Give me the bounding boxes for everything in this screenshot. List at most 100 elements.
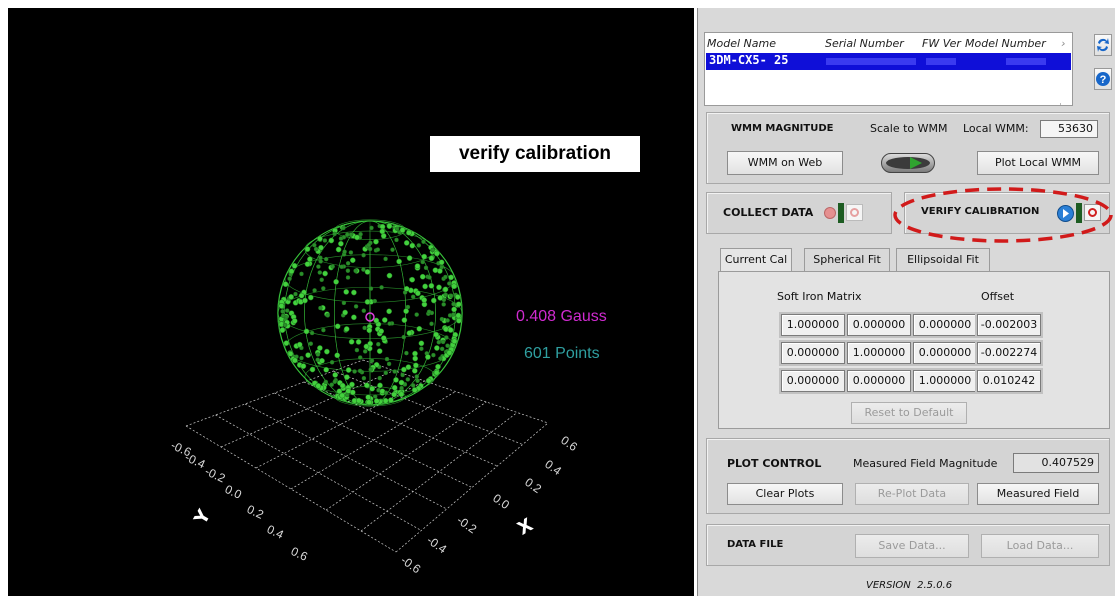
grid-line	[360, 412, 518, 532]
data-point	[364, 269, 371, 275]
data-point	[390, 247, 395, 252]
offset-cell[interactable]: -0.002274	[977, 342, 1041, 364]
wmm-on-web-button[interactable]: WMM on Web	[727, 151, 843, 175]
matrix-cell[interactable]: 1.000000	[913, 370, 977, 392]
col-serial-number[interactable]: Serial Number	[825, 37, 904, 50]
data-point	[299, 271, 304, 277]
data-point	[436, 339, 442, 345]
data-point	[325, 313, 330, 318]
refresh-icon[interactable]	[1094, 34, 1112, 56]
toggle-arrow-icon	[886, 157, 930, 169]
data-point	[329, 382, 334, 387]
data-point	[279, 327, 286, 333]
data-point	[345, 232, 350, 237]
collect-data-switch[interactable]	[838, 203, 844, 223]
data-point	[382, 397, 389, 404]
data-point	[392, 369, 397, 374]
data-point	[427, 275, 432, 280]
matrix-cell[interactable]: 0.000000	[913, 314, 977, 336]
data-point	[396, 258, 402, 265]
tab-ellipsoidal-fit[interactable]: Ellipsoidal Fit	[896, 248, 990, 272]
matrix-cell[interactable]: 0.000000	[781, 370, 845, 392]
matrix-cell[interactable]: 1.000000	[847, 342, 911, 364]
x-tick-label: -0.4	[424, 533, 449, 557]
data-point	[401, 317, 408, 323]
data-point	[414, 374, 420, 379]
modelnum-blur	[1006, 58, 1046, 65]
offset-cell[interactable]: 0.010242	[977, 370, 1041, 392]
plot-3d-view: -0.6-0.4-0.20.00.20.40.60.60.40.20.0-0.2…	[169, 219, 580, 577]
data-point	[339, 382, 346, 389]
replot-data-button[interactable]: Re-Plot Data	[855, 483, 969, 505]
data-point	[343, 326, 350, 332]
y-tick-label: 0.6	[289, 544, 310, 564]
data-point	[349, 381, 355, 388]
save-data-button[interactable]: Save Data...	[855, 534, 969, 558]
matrix-cell[interactable]: 0.000000	[847, 314, 911, 336]
data-point	[394, 226, 400, 232]
plot-local-wmm-button[interactable]: Plot Local WMM	[977, 151, 1099, 175]
data-point	[316, 264, 321, 269]
tab-spherical-fit[interactable]: Spherical Fit	[804, 248, 890, 272]
data-point	[398, 379, 405, 386]
col-model-number[interactable]: Model Number	[965, 37, 1046, 50]
data-point	[283, 340, 290, 346]
data-point	[406, 330, 413, 336]
data-point	[280, 313, 286, 318]
data-point	[438, 356, 443, 361]
plot-canvas[interactable]: -0.6 -0.4 -0.2 0.0 0.2 0.4 0.6 0.6 0.4 0.2 0.0 -0.2…	[8, 8, 694, 596]
data-point	[446, 349, 453, 356]
data-point	[432, 267, 439, 274]
stop-collect-icon[interactable]	[846, 204, 863, 221]
measured-field-button[interactable]: Measured Field	[977, 483, 1099, 505]
data-point	[415, 290, 421, 297]
data-point	[445, 343, 450, 348]
grid-line	[244, 403, 447, 510]
data-point	[342, 249, 347, 255]
data-point	[351, 289, 357, 296]
device-list[interactable]: Model Name Serial Number FW Ver Model Nu…	[704, 32, 1073, 106]
data-point	[441, 302, 446, 307]
data-point	[454, 294, 461, 300]
data-point	[341, 300, 347, 306]
matrix-cell[interactable]: 0.000000	[913, 342, 977, 364]
data-point	[440, 339, 446, 345]
vertical-scrollbar[interactable]	[1060, 103, 1071, 105]
data-point	[351, 314, 357, 321]
data-point	[378, 328, 385, 335]
data-point	[375, 247, 381, 252]
device-row-selected[interactable]: 3DM-CX5- 25	[706, 53, 1071, 70]
matrix-cell[interactable]: 0.000000	[781, 342, 845, 364]
data-point	[412, 355, 419, 362]
scale-to-wmm-toggle[interactable]	[881, 153, 935, 173]
data-point	[369, 225, 374, 231]
header-scroll-arrow-icon[interactable]: ›	[1061, 37, 1065, 50]
grid-line	[362, 359, 549, 424]
data-point	[313, 246, 319, 252]
load-data-button[interactable]: Load Data...	[981, 534, 1099, 558]
data-point	[383, 256, 388, 262]
local-wmm-input[interactable]: 53630	[1040, 120, 1098, 138]
clear-plots-button[interactable]: Clear Plots	[727, 483, 843, 505]
help-icon[interactable]: ?	[1094, 68, 1112, 90]
data-point	[413, 362, 419, 369]
data-point	[345, 268, 351, 273]
data-point	[304, 261, 311, 267]
matrix-cell[interactable]: 1.000000	[781, 314, 845, 336]
data-point	[369, 385, 376, 392]
col-model-name[interactable]: Model Name	[707, 37, 776, 50]
tab-current-cal[interactable]: Current Cal	[720, 248, 792, 272]
reset-to-default-button[interactable]: Reset to Default	[851, 402, 967, 424]
data-point	[307, 256, 313, 263]
offset-cell[interactable]: -0.002003	[977, 314, 1041, 336]
x-tick-label: 0.6	[558, 433, 580, 454]
device-list-header: Model Name Serial Number FW Ver Model Nu…	[707, 37, 1069, 51]
data-point	[414, 263, 421, 269]
col-fw-ver[interactable]: FW Ver	[922, 37, 961, 50]
data-point	[344, 374, 350, 380]
matrix-cell[interactable]: 0.000000	[847, 370, 911, 392]
data-point	[443, 274, 448, 280]
data-point	[386, 223, 393, 229]
data-point	[328, 237, 335, 244]
measured-field-magnitude-label: Measured Field Magnitude	[853, 457, 998, 470]
